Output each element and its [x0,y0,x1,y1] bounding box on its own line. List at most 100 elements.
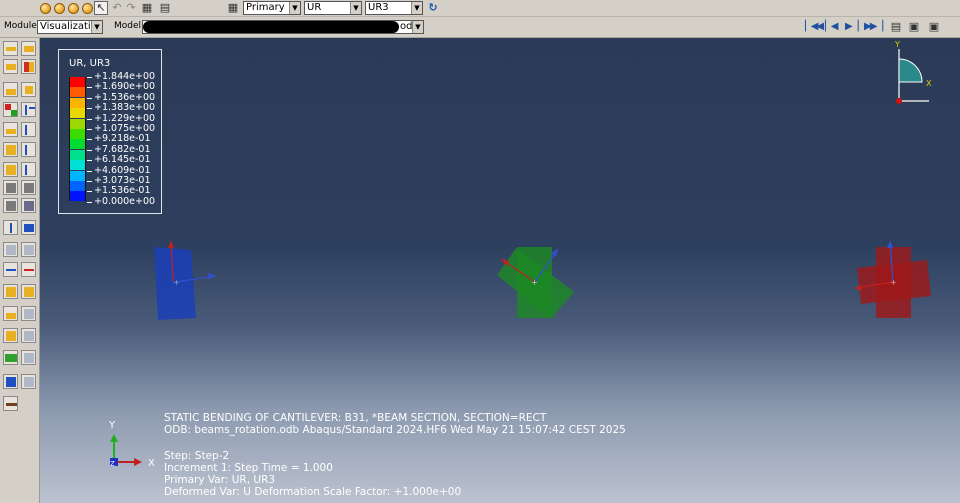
animate-harmonic-icon[interactable] [3,198,18,213]
green-axis-arrowhead [551,249,558,257]
plot-deformed-icon[interactable] [21,41,36,56]
output-type-select[interactable]: Primary ▼ [243,1,301,15]
view-cut-manager-icon[interactable] [21,284,36,299]
beam-section-red: + [854,240,931,318]
triad-y-arrowhead [110,434,118,442]
undo-icon[interactable]: ↶ [110,1,124,15]
create-path-icon[interactable] [3,262,18,277]
display-group-table-icon[interactable] [21,374,36,389]
context-bar: Module: Visualization ▼ Model: odb ▼ ▏◀◀… [0,17,960,38]
chevron-down-icon: ▼ [350,2,361,14]
color-code-icon[interactable] [21,59,36,74]
query-icon[interactable] [80,1,94,15]
material-orientation-icon[interactable] [3,142,18,157]
triad-z-label: Z [110,460,115,468]
blue-node-marker: + [173,278,180,287]
chevron-down-icon: ▼ [289,2,300,14]
orientation-options-icon[interactable] [21,142,36,157]
toolbox [0,38,40,503]
refresh-icon[interactable]: ↻ [426,1,440,15]
chevron-down-icon: ▼ [412,21,423,33]
chevron-down-icon: ▼ [91,21,102,33]
output-type-value: Primary [246,2,285,13]
report-options-icon[interactable] [21,242,36,257]
plot-symbols-icon[interactable] [3,82,18,97]
view-cut-icon[interactable] [3,284,18,299]
red-axis-arrowhead-2 [855,285,862,291]
contour-plot-icon[interactable] [3,102,18,117]
blue-axis-arrowhead [208,273,216,279]
green-node-marker: + [531,278,538,287]
variable-value: UR [307,2,322,13]
variable-select[interactable]: UR ▼ [304,1,362,15]
chevron-down-icon: ▼ [411,2,422,14]
view-icon[interactable]: ▦ [140,1,154,15]
play-icon[interactable]: ▶▕ [845,21,858,32]
camera-icon[interactable]: ▣ [907,20,921,34]
plot-contours-undeformed-icon[interactable] [3,59,18,74]
symbol-plot-icon[interactable] [3,122,18,137]
animation-options-icon[interactable] [21,198,36,213]
last-frame-icon[interactable]: ▶▶▕ [864,21,883,32]
display-group-manager-icon[interactable] [21,306,36,321]
overlay-plot-icon[interactable] [21,162,36,177]
print-icon[interactable] [66,1,80,15]
view-triad-y-label: Y [894,40,900,49]
viewport[interactable]: UR, UR3 +1.844e+00 +1.690e+00 +1.536e+00 +1… [40,38,960,503]
model-redaction [143,21,399,33]
triad-x-label: X [148,458,155,469]
field-output-icon[interactable]: ▦ [226,1,240,15]
component-select[interactable]: UR3 ▼ [365,1,423,15]
view-triad-x-label: X [926,79,932,88]
animation-options-icon[interactable]: ▤ [889,20,903,34]
odb-line: ODB: beams_rotation.odb Abaqus/Standard … [164,424,626,436]
beam-section-blue: + [154,240,217,320]
view-triad: Y X [894,40,932,104]
display-options-icon[interactable] [21,328,36,343]
increment-line: Increment 1: Step Time = 1.000 [164,462,333,474]
beam-section-green: + [497,247,574,319]
view-triad-origin [896,98,902,104]
step-line: Step: Step-2 [164,450,230,462]
first-frame-icon[interactable]: ▏◀◀ [805,21,824,32]
open-icon[interactable] [38,1,52,15]
select-cursor-icon[interactable]: ↖ [94,1,108,15]
component-value: UR3 [368,2,389,13]
global-triad: Y X Z [108,420,155,469]
model-select[interactable]: odb ▼ [142,20,424,34]
annotation-tool-icon[interactable] [3,396,18,411]
movie-camera-icon[interactable]: ▣ [927,20,941,34]
view-triad-quadrant [898,58,923,83]
create-display-group-icon[interactable] [3,328,18,343]
table-icon[interactable]: ▤ [158,1,172,15]
previous-frame-icon[interactable]: ▏◀ [825,21,838,32]
animate-scale-factor-icon[interactable] [3,180,18,195]
red-axis-arrowhead [887,241,893,248]
title-line: STATIC BENDING OF CANTILEVER: B31, *BEAM… [164,412,547,424]
triad-x-arrowhead [134,458,142,466]
display-group-options-icon[interactable] [21,350,36,365]
deformed-var-line: Deformed Var: U Deformation Scale Factor… [164,486,462,498]
create-xy-data-icon[interactable] [3,220,18,235]
primary-var-line: Primary Var: UR, UR3 [164,474,276,486]
animate-time-history-icon[interactable] [21,180,36,195]
plot-material-orientations-icon[interactable] [21,82,36,97]
red-node-marker: + [890,278,897,287]
contour-options-icon[interactable] [21,102,36,117]
plot-undeformed-icon[interactable] [3,41,18,56]
triad-y-label: Y [108,420,116,431]
display-group-icon[interactable] [3,306,18,321]
model-caption: Model: [114,21,145,31]
redo-icon[interactable]: ↷ [124,1,138,15]
display-group-contour-icon[interactable] [3,350,18,365]
replace-display-group-icon[interactable] [3,374,18,389]
module-caption: Module: [4,21,40,31]
report-field-output-icon[interactable] [3,242,18,257]
symbol-options-icon[interactable] [21,122,36,137]
plot-xy-icon[interactable] [21,262,36,277]
save-icon[interactable] [52,1,66,15]
main-toolbar: ↖ ↶ ↷ ▦ ▤ ▦ Primary ▼ UR ▼ UR3 ▼ ↻ [0,0,960,17]
allow-multiple-plots-icon[interactable] [3,162,18,177]
module-select[interactable]: Visualization ▼ [37,20,103,34]
xy-data-manager-icon[interactable] [21,220,36,235]
